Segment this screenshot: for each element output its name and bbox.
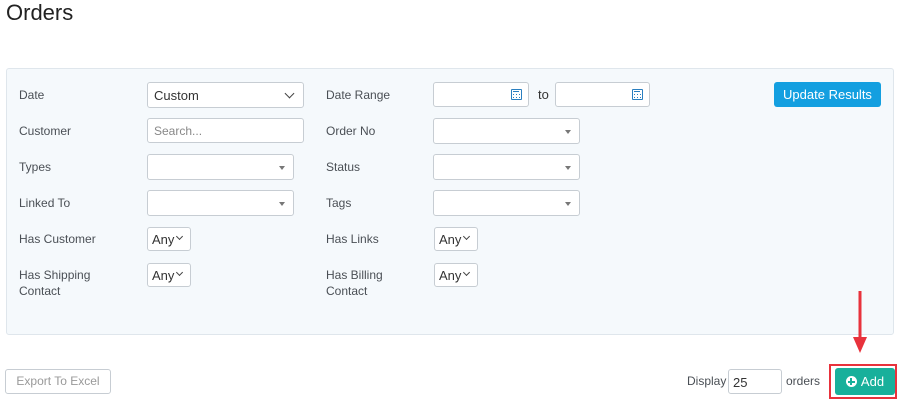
tags-label: Tags — [326, 196, 352, 210]
tags-select[interactable] — [433, 190, 580, 216]
add-button[interactable]: Add — [835, 368, 895, 395]
order-no-select[interactable] — [433, 118, 580, 144]
date-select-value: Custom — [154, 88, 199, 103]
has-links-label: Has Links — [326, 232, 379, 246]
has-billing-contact-label: Has Billing Contact — [326, 267, 383, 299]
export-to-excel-button[interactable]: Export To Excel — [5, 369, 111, 394]
orders-label: orders — [786, 374, 821, 388]
chevron-down-icon — [462, 268, 471, 277]
add-button-label: Add — [860, 374, 885, 389]
date-select[interactable]: Custom — [147, 82, 304, 108]
page-title: Orders — [6, 0, 74, 25]
order-no-label: Order No — [326, 124, 376, 138]
has-customer-label: Has Customer — [19, 232, 96, 246]
chevron-down-icon — [175, 232, 184, 241]
customer-label: Customer — [19, 124, 72, 138]
date-range-from-input[interactable] — [433, 82, 529, 107]
has-shipping-contact-value: Any — [152, 268, 175, 283]
has-links-value: Any — [439, 232, 462, 247]
customer-search-input[interactable]: Search... — [147, 118, 304, 143]
chevron-down-icon — [175, 268, 184, 277]
linked-to-label: Linked To — [19, 196, 71, 210]
date-range-label: Date Range — [326, 88, 391, 102]
has-shipping-contact-label-line1: Has Shipping — [19, 268, 91, 282]
calendar-icon[interactable] — [632, 89, 643, 100]
caret-down-icon — [565, 130, 571, 134]
has-billing-contact-value: Any — [439, 268, 462, 283]
has-billing-contact-label-line1: Has Billing — [326, 268, 383, 282]
status-select[interactable] — [433, 154, 580, 180]
date-range-to-text: to — [538, 87, 549, 102]
display-count-value: 25 — [733, 375, 748, 390]
caret-down-icon — [279, 202, 285, 206]
calendar-icon[interactable] — [511, 89, 522, 100]
arrow-down-icon — [853, 291, 867, 353]
status-label: Status — [326, 160, 361, 174]
types-label: Types — [19, 160, 52, 174]
display-label: Display — [687, 374, 727, 388]
has-links-select[interactable]: Any — [434, 227, 478, 251]
has-shipping-contact-select[interactable]: Any — [147, 263, 191, 287]
display-count-input[interactable]: 25 — [728, 369, 782, 394]
has-customer-value: Any — [152, 232, 175, 247]
date-range-to-input[interactable] — [555, 82, 650, 107]
linked-to-select[interactable] — [147, 190, 294, 216]
caret-down-icon — [565, 202, 571, 206]
has-billing-contact-label-line2: Contact — [326, 284, 368, 298]
caret-down-icon — [565, 166, 571, 170]
update-results-button[interactable]: Update Results — [774, 82, 881, 107]
has-customer-select[interactable]: Any — [147, 227, 191, 251]
chevron-down-icon — [284, 88, 295, 99]
has-billing-contact-select[interactable]: Any — [434, 263, 478, 287]
plus-circle-icon — [845, 376, 857, 387]
has-shipping-contact-label-line2: Contact — [19, 284, 61, 298]
date-label: Date — [19, 88, 45, 102]
customer-search-placeholder: Search... — [154, 124, 203, 138]
caret-down-icon — [279, 166, 285, 170]
types-select[interactable] — [147, 154, 294, 180]
has-shipping-contact-label: Has Shipping Contact — [19, 267, 90, 299]
chevron-down-icon — [462, 232, 471, 241]
